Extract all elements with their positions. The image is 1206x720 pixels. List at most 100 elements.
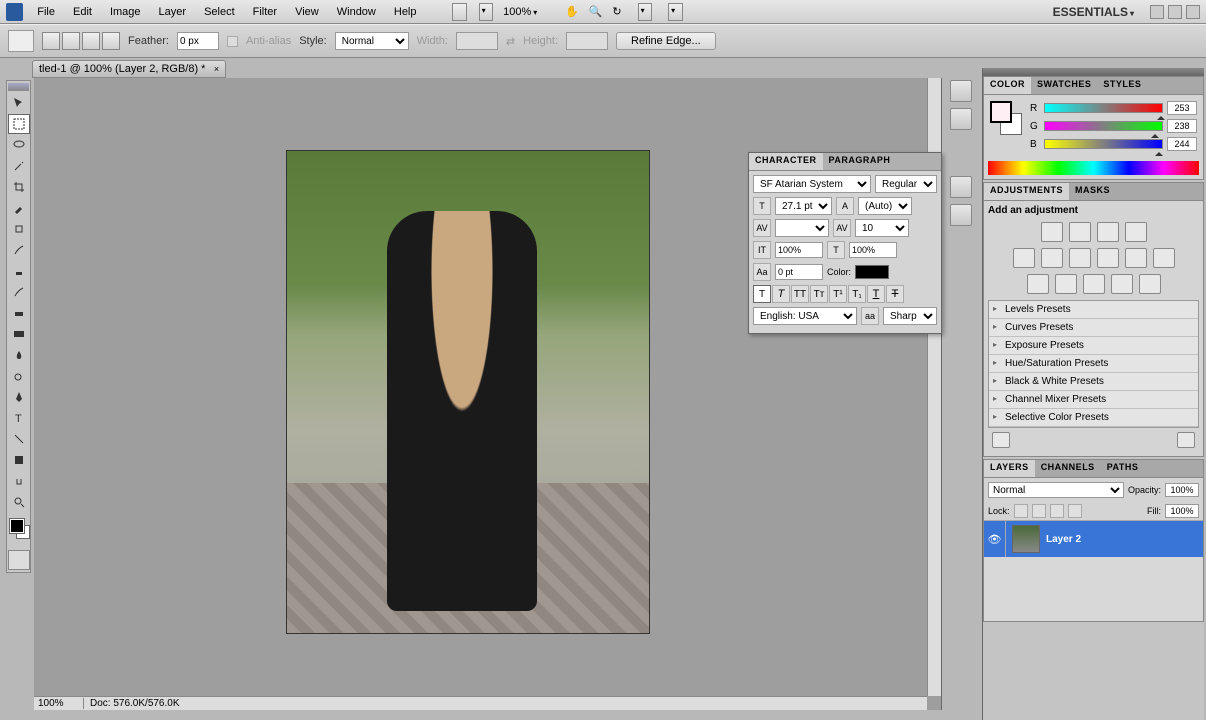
vscale-input[interactable] [775,242,823,258]
underline-button[interactable]: T [867,285,885,303]
style-select[interactable]: Normal [335,32,409,50]
blend-mode-select[interactable]: Normal [988,482,1124,498]
antialias-select[interactable]: Sharp [883,307,937,325]
fill-input[interactable] [1165,504,1199,518]
view-extras-dropdown[interactable] [479,3,494,21]
menu-image[interactable]: Image [102,3,149,21]
type-tool[interactable]: T [8,408,30,428]
menu-select[interactable]: Select [196,3,243,21]
g-slider[interactable] [1044,121,1163,131]
dock-paragraph-icon[interactable] [950,204,972,226]
refine-edge-button[interactable]: Refine Edge... [616,32,716,50]
faux-bold-button[interactable]: T [753,285,771,303]
tab-layers[interactable]: LAYERS [984,460,1035,477]
lock-position-icon[interactable] [1050,504,1064,518]
tab-paths[interactable]: PATHS [1101,460,1145,477]
b-input[interactable] [1167,137,1197,151]
hand-icon[interactable]: ✋ [565,5,579,18]
adj-threshold-icon[interactable] [1083,274,1105,294]
tab-color[interactable]: COLOR [984,77,1031,94]
wand-tool[interactable] [8,156,30,176]
screen-mode-dropdown[interactable] [668,3,683,21]
fg-color-swatch[interactable] [990,101,1012,123]
tab-masks[interactable]: MASKS [1069,183,1116,200]
dock-collapse-bar[interactable] [983,68,1204,76]
layer-thumbnail[interactable] [1012,525,1040,553]
menu-help[interactable]: Help [386,3,425,21]
preset-bw[interactable]: Black & White Presets [989,373,1198,391]
adj-clip-icon[interactable] [1177,432,1195,448]
selection-new-button[interactable] [42,32,60,50]
eraser-tool[interactable] [8,303,30,323]
adj-hue-icon[interactable] [1041,248,1063,268]
tool-preset-picker[interactable] [8,30,34,52]
marquee-tool[interactable] [8,114,30,134]
menu-window[interactable]: Window [329,3,384,21]
adj-curves-icon[interactable] [1097,222,1119,242]
document-tab-close-icon[interactable]: × [211,64,221,74]
dock-actions-icon[interactable] [950,108,972,130]
menu-view[interactable]: View [287,3,327,21]
adj-photofilter-icon[interactable] [1125,248,1147,268]
preset-channelmixer[interactable]: Channel Mixer Presets [989,391,1198,409]
move-tool[interactable] [8,93,30,113]
quick-mask-toggle[interactable] [8,550,30,570]
layer-visibility-icon[interactable]: 👁 [984,521,1006,557]
tab-adjustments[interactable]: ADJUSTMENTS [984,183,1069,200]
selection-add-button[interactable] [62,32,80,50]
font-family-select[interactable]: SF Atarian System [753,175,871,193]
adj-return-icon[interactable] [992,432,1010,448]
color-spectrum[interactable] [988,161,1199,175]
text-color-swatch[interactable] [855,265,889,279]
adj-channelmixer-icon[interactable] [1153,248,1175,268]
adj-bw-icon[interactable] [1097,248,1119,268]
menu-edit[interactable]: Edit [65,3,100,21]
document-tab[interactable]: tled-1 @ 100% (Layer 2, RGB/8) * × [32,60,226,78]
color-swatch-box[interactable] [990,101,1024,141]
tab-channels[interactable]: CHANNELS [1035,460,1101,477]
lock-pixels-icon[interactable] [1032,504,1046,518]
healing-tool[interactable] [8,219,30,239]
kerning-select[interactable] [775,219,829,237]
lock-transparency-icon[interactable] [1014,504,1028,518]
menu-file[interactable]: File [29,3,63,21]
smallcaps-button[interactable]: Tᴛ [810,285,828,303]
allcaps-button[interactable]: TT [791,285,809,303]
dock-character-icon[interactable] [950,176,972,198]
adj-gradientmap-icon[interactable] [1111,274,1133,294]
launch-bridge-icon[interactable] [452,3,467,21]
preset-curves[interactable]: Curves Presets [989,319,1198,337]
hscale-input[interactable] [849,242,897,258]
hand-tool[interactable] [8,471,30,491]
subscript-button[interactable]: T₁ [848,285,866,303]
crop-tool[interactable] [8,177,30,197]
tracking-select[interactable]: 10 [855,219,909,237]
close-button[interactable] [1186,5,1200,19]
tab-paragraph[interactable]: PARAGRAPH [823,153,897,170]
shape-tool[interactable] [8,450,30,470]
adj-invert-icon[interactable] [1027,274,1049,294]
minimize-button[interactable] [1150,5,1164,19]
status-doc-size[interactable]: Doc: 576.0K/576.0K [84,698,186,709]
adj-levels-icon[interactable] [1069,222,1091,242]
pen-tool[interactable] [8,387,30,407]
b-slider[interactable] [1044,139,1163,149]
stamp-tool[interactable] [8,261,30,281]
font-size-select[interactable]: 27.1 pt [775,197,832,215]
rotate-view-icon[interactable]: ↻ [612,5,621,18]
tab-swatches[interactable]: SWATCHES [1031,77,1097,94]
blur-tool[interactable] [8,345,30,365]
preset-selectivecolor[interactable]: Selective Color Presets [989,409,1198,427]
brush-tool[interactable] [8,240,30,260]
adj-vibrance-icon[interactable] [1013,248,1035,268]
status-zoom[interactable]: 100% [34,698,84,709]
arrange-documents-dropdown[interactable] [638,3,653,21]
adj-exposure-icon[interactable] [1125,222,1147,242]
lock-all-icon[interactable] [1068,504,1082,518]
adj-posterize-icon[interactable] [1055,274,1077,294]
tab-character[interactable]: CHARACTER [749,153,823,170]
eyedropper-tool[interactable] [8,198,30,218]
layer-name[interactable]: Layer 2 [1046,534,1081,545]
leading-select[interactable]: (Auto) [858,197,912,215]
preset-huesat[interactable]: Hue/Saturation Presets [989,355,1198,373]
